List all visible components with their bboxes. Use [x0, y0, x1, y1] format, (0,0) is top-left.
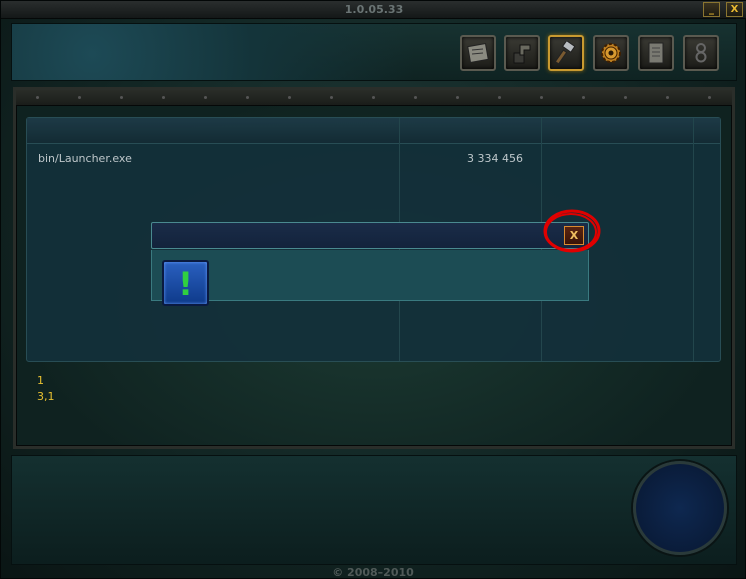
- file-list-header: [27, 118, 720, 144]
- dialog-body: [151, 250, 589, 301]
- copyright-label: © 2008–2010: [332, 566, 414, 579]
- title-bar[interactable]: 1.0.05.33 _ X: [1, 1, 746, 19]
- dialog-close-button[interactable]: X: [564, 226, 584, 245]
- minimize-button[interactable]: _: [703, 2, 720, 17]
- status-line-2: 3,1: [37, 390, 55, 403]
- launcher-window: 1.0.05.33 _ X bin/Launcher.exe 3 334 456…: [0, 0, 746, 579]
- column-separator: [693, 118, 694, 361]
- dialog-title-bar[interactable]: [151, 222, 589, 249]
- close-window-button[interactable]: X: [726, 2, 743, 17]
- news-button[interactable]: [460, 35, 496, 71]
- frame-rail: [16, 90, 732, 106]
- version-label: 1.0.05.33: [344, 3, 404, 16]
- status-line-1: 1: [37, 374, 44, 387]
- info-button[interactable]: [683, 35, 719, 71]
- file-name-cell: bin/Launcher.exe: [38, 152, 132, 165]
- settings-button[interactable]: [593, 35, 629, 71]
- tools-button[interactable]: [504, 35, 540, 71]
- bottom-ornament-band: [11, 455, 737, 565]
- log-button[interactable]: [638, 35, 674, 71]
- warning-icon: !: [162, 260, 209, 306]
- play-orb[interactable]: [633, 461, 727, 555]
- file-size-cell: 3 334 456: [467, 152, 523, 165]
- repair-button[interactable]: [548, 35, 584, 71]
- exclamation-glyph: !: [178, 265, 193, 303]
